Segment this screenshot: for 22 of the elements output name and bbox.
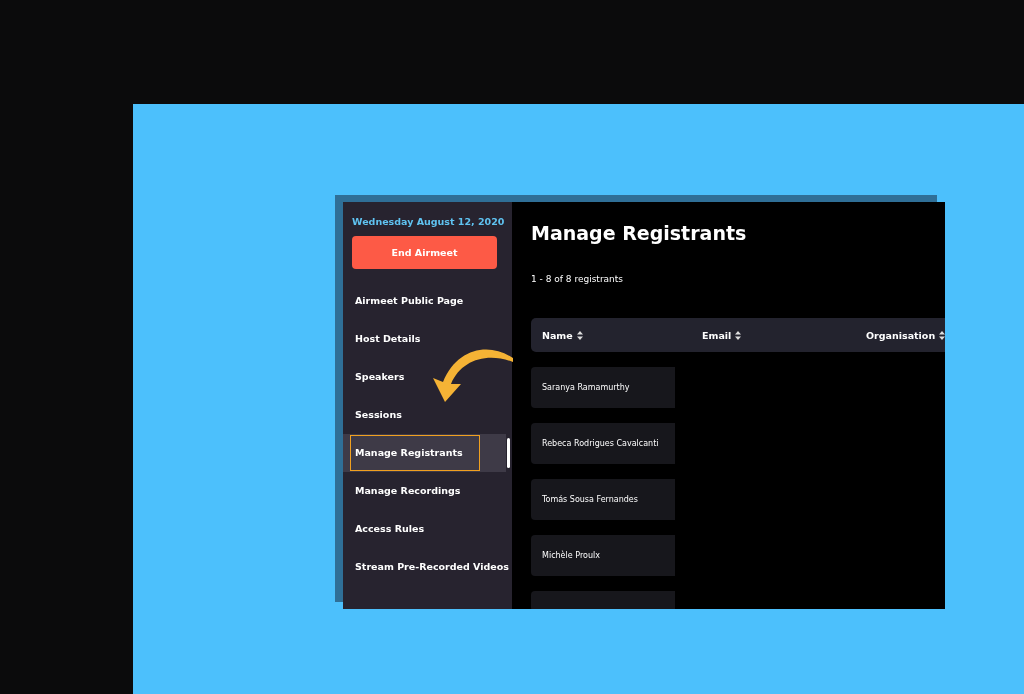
column-header[interactable]: Name: [542, 329, 573, 341]
sidebar-item[interactable]: Speakers: [343, 358, 512, 396]
table-cell: Rebeca Rodrigues Cavalcanti: [531, 423, 675, 464]
sidebar-item[interactable]: Access Rules: [343, 510, 512, 548]
sidebar-item[interactable]: Manage Registrants: [343, 434, 506, 472]
active-indicator: [507, 438, 510, 468]
sort-icon[interactable]: [939, 330, 945, 340]
event-date: Wednesday August 12, 2020: [352, 216, 506, 227]
sort-icon[interactable]: [576, 330, 583, 340]
table-cell: Michèle Proulx: [531, 535, 675, 576]
column-header[interactable]: Organisation: [866, 329, 936, 341]
table-cell: Saranya Ramamurthy: [531, 367, 675, 408]
sidebar-item[interactable]: Sessions: [343, 396, 512, 434]
sort-icon[interactable]: [735, 330, 742, 340]
sidebar-item[interactable]: Host Details: [343, 320, 512, 358]
table-cell: Tomás Sousa Fernandes: [531, 479, 675, 520]
sidebar-item[interactable]: Airmeet Public Page: [343, 282, 512, 320]
page-title: Manage Registrants: [531, 222, 748, 244]
sidebar-item[interactable]: Manage Recordings: [343, 472, 512, 510]
registrant-count: 1 - 8 of 8 registrants: [531, 274, 624, 284]
column-header[interactable]: Email: [702, 329, 732, 341]
sidebar-item[interactable]: Stream Pre-Recorded Videos: [343, 548, 512, 586]
